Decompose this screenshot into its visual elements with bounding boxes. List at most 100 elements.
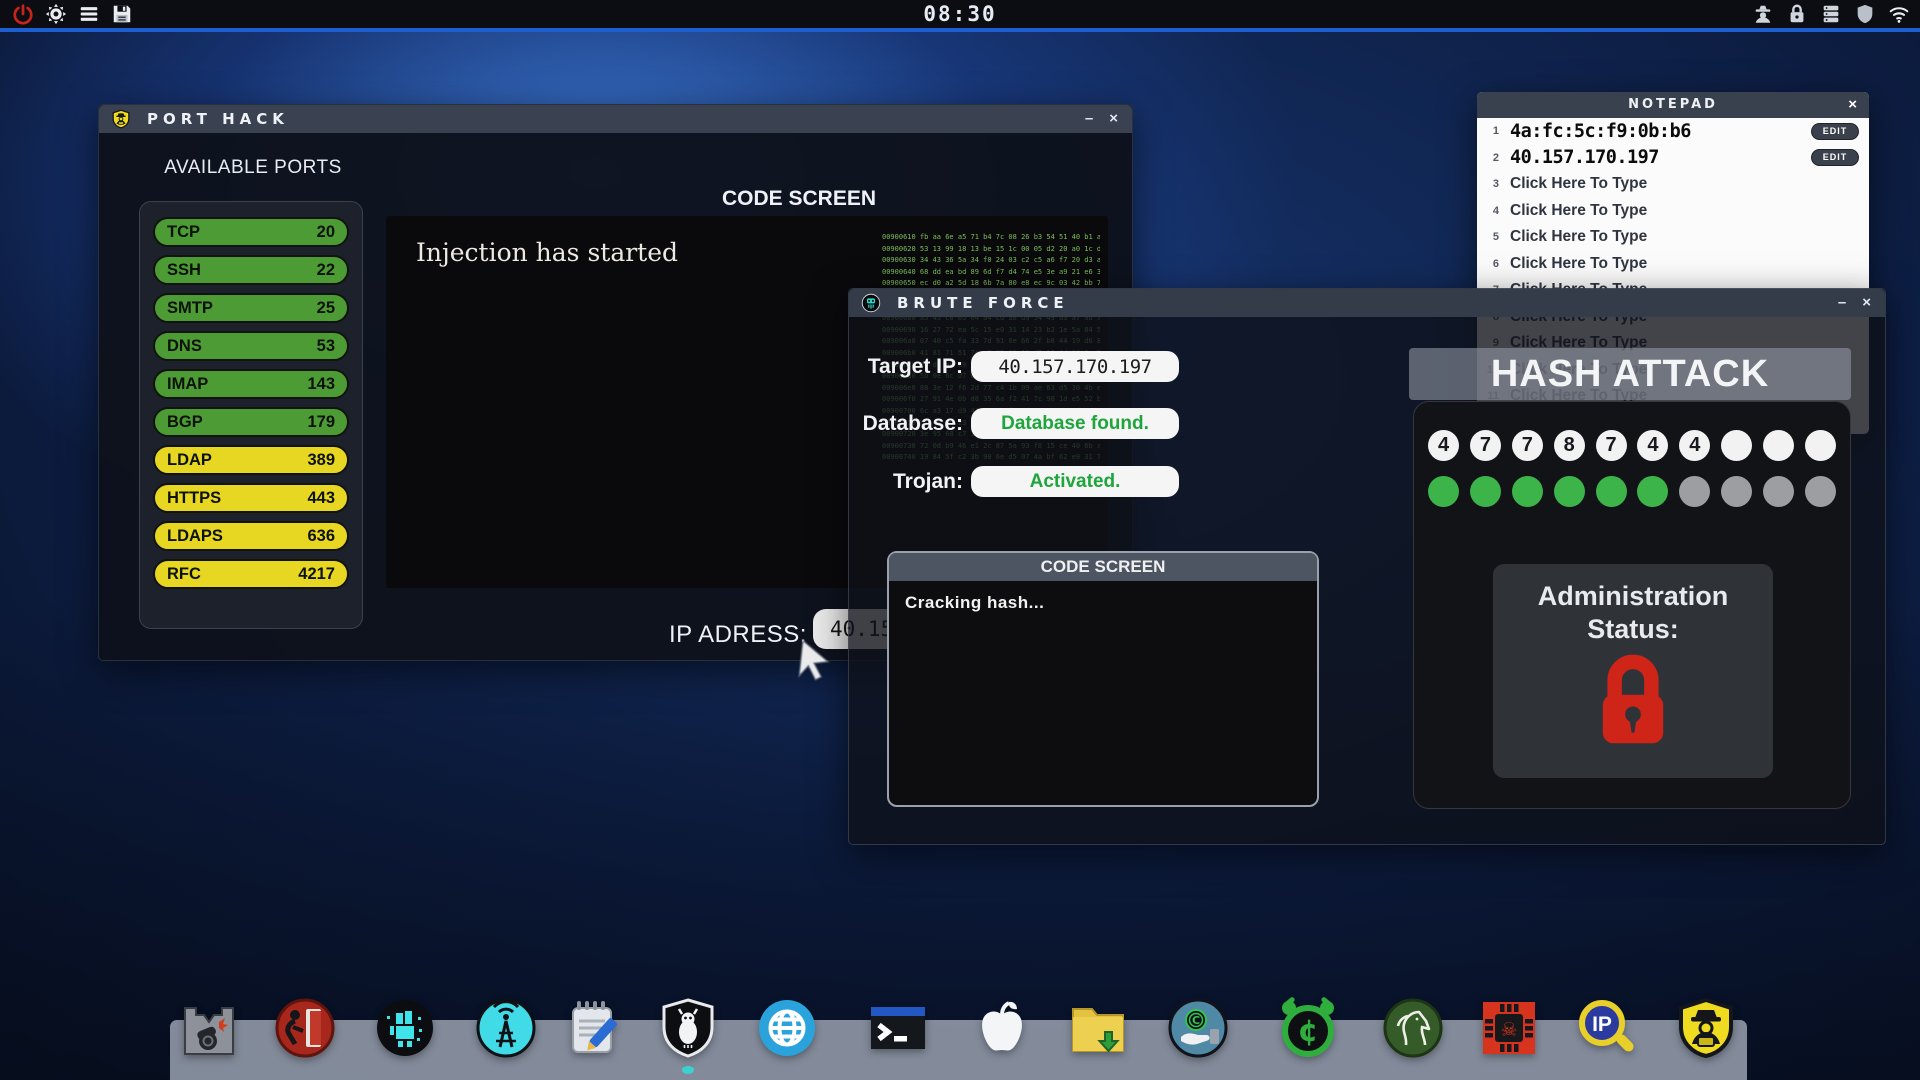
clock: 08:30 (0, 2, 1920, 26)
ip-address-label: IP ADRESS: (669, 621, 807, 649)
edit-button[interactable]: EDIT (1811, 123, 1859, 140)
dock-icon-fortress-cannon[interactable] (177, 996, 241, 1060)
available-ports-heading: AVAILABLE PORTS (139, 157, 367, 179)
notepad-line[interactable]: 4Click Here To Type (1477, 198, 1869, 225)
minimize-button[interactable]: – (1838, 289, 1846, 317)
line-number: 3 (1477, 178, 1499, 190)
hacker-shield-icon (111, 109, 131, 129)
progress-dot-pending (1805, 476, 1836, 507)
minimize-button[interactable]: – (1085, 105, 1093, 133)
hash-progress-dots (1428, 476, 1836, 507)
port-number: 20 (317, 223, 335, 242)
hash-attack-header: HASH ATTACK (1409, 348, 1851, 400)
dock-icon-apple[interactable] (970, 996, 1034, 1060)
port-hack-titlebar[interactable]: PORT HACK – × (99, 105, 1132, 133)
dock-icon-crypto-clock[interactable]: ¢ (1276, 996, 1340, 1060)
progress-dot-solved (1470, 476, 1501, 507)
port-item-https[interactable]: HTTPS443 (153, 483, 349, 513)
port-item-tcp[interactable]: TCP 20 (153, 217, 349, 247)
spy-icon[interactable] (1752, 3, 1774, 25)
hash-digit-circle: 7 (1470, 430, 1501, 461)
brute-force-titlebar[interactable]: BRUTE FORCE – × (849, 289, 1885, 317)
wifi-icon[interactable] (1888, 3, 1910, 25)
progress-dot-pending (1679, 476, 1710, 507)
hash-digit-circle (1721, 430, 1752, 461)
close-button[interactable]: × (1109, 105, 1118, 133)
hash-attack-title: HASH ATTACK (1491, 353, 1769, 395)
svg-text:C: C (1192, 1014, 1200, 1027)
dock-icon-cyber-fist[interactable] (373, 996, 437, 1060)
field-label: Database: (849, 412, 963, 436)
close-button[interactable]: × (1848, 92, 1857, 118)
progress-dot-solved (1596, 476, 1627, 507)
hash-digit-circle (1763, 430, 1794, 461)
notepad-line[interactable]: 240.157.170.197EDIT (1477, 145, 1869, 172)
dock-icon-downloads-folder[interactable] (1066, 996, 1130, 1060)
brute-force-title: BRUTE FORCE (897, 294, 1069, 312)
lock-icon[interactable] (1786, 3, 1808, 25)
dock-icon-terminal[interactable] (866, 996, 930, 1060)
line-number: 1 (1477, 125, 1499, 137)
port-item-bgp[interactable]: BGP179 (153, 407, 349, 437)
dock-icon-backdoor-exit[interactable] (273, 996, 337, 1060)
hash-digit-circle: 4 (1637, 430, 1668, 461)
progress-dot-pending (1763, 476, 1794, 507)
ports-list: TCP 20 SSH22 SMTP25 DNS53 IMAP143 BGP179 LDAP38… (139, 201, 363, 629)
administration-status-label: Administration Status: (1513, 580, 1753, 646)
svg-text:☠: ☠ (1500, 1019, 1517, 1041)
field-value-box[interactable]: Database found. (971, 408, 1179, 439)
port-item-smtp[interactable]: SMTP25 (153, 293, 349, 323)
port-name: BGP (167, 413, 203, 432)
dock-icon-trojan-horse[interactable] (1381, 996, 1445, 1060)
hash-digit-circle: 4 (1679, 430, 1710, 461)
progress-dot-solved (1512, 476, 1543, 507)
port-item-imap[interactable]: IMAP143 (153, 369, 349, 399)
top-menu-bar: 08:30 (0, 0, 1920, 28)
code-screen-heading: CODE SCREEN (889, 553, 1317, 581)
port-item-ssh[interactable]: SSH22 (153, 255, 349, 285)
brute-bot-icon (861, 293, 881, 313)
close-button[interactable]: × (1862, 289, 1871, 317)
field-value-box[interactable]: 40.157.170.197 (971, 351, 1179, 382)
notepad-line[interactable]: 6Click Here To Type (1477, 251, 1869, 278)
line-text[interactable]: 4a:fc:5c:f9:0b:b6 (1510, 121, 1691, 142)
port-item-ldap[interactable]: LDAP389 (153, 445, 349, 475)
dock-icon-web-browser[interactable] (755, 996, 819, 1060)
locked-padlock-icon (1591, 654, 1675, 746)
notepad-line[interactable]: 5Click Here To Type (1477, 224, 1869, 251)
line-text[interactable]: Click Here To Type (1510, 255, 1647, 273)
dock-icon-malware-chip[interactable]: ☠ (1477, 996, 1541, 1060)
port-name: HTTPS (167, 489, 221, 508)
port-number: 25 (317, 299, 335, 318)
field-label: Target IP: (849, 355, 963, 379)
line-text[interactable]: Click Here To Type (1510, 228, 1647, 246)
field-value-box[interactable]: Activated. (971, 466, 1179, 497)
dock-icon-notes-app[interactable] (564, 996, 628, 1060)
dock-icon-coin-hand[interactable]: C (1166, 996, 1230, 1060)
line-text[interactable]: Click Here To Type (1510, 175, 1647, 193)
dock-icon-owl-shield[interactable] (656, 996, 720, 1060)
notepad-titlebar[interactable]: NOTEPAD × (1477, 92, 1869, 118)
notepad-line[interactable]: 1 4a:fc:5c:f9:0b:b6 EDIT (1477, 118, 1869, 145)
port-name: TCP (167, 223, 200, 242)
server-icon[interactable] (1820, 3, 1842, 25)
shield-icon[interactable] (1854, 3, 1876, 25)
topbar-accent-line (0, 28, 1920, 32)
port-name: SSH (167, 261, 201, 280)
port-name: IMAP (167, 375, 208, 394)
cracking-status-text: Cracking hash... (905, 593, 1044, 613)
svg-text:IP: IP (1592, 1013, 1612, 1036)
dock-icon-ip-finder[interactable]: IP (1575, 996, 1639, 1060)
notepad-line[interactable]: 3 Click Here To Type (1477, 171, 1869, 198)
port-item-ldaps[interactable]: LDAPS636 (153, 521, 349, 551)
dock-icon-signal-tower[interactable] (474, 996, 538, 1060)
port-name: DNS (167, 337, 202, 356)
edit-button[interactable]: EDIT (1811, 149, 1859, 166)
dock-icon-hacker-shield[interactable] (1674, 996, 1738, 1060)
line-text[interactable]: Click Here To Type (1510, 202, 1647, 220)
line-text[interactable]: 40.157.170.197 (1510, 147, 1659, 168)
port-item-rfc[interactable]: RFC4217 (153, 559, 349, 589)
port-name: RFC (167, 565, 201, 584)
field-row-database: Database: Database found. (849, 408, 1189, 439)
port-item-dns[interactable]: DNS53 (153, 331, 349, 361)
